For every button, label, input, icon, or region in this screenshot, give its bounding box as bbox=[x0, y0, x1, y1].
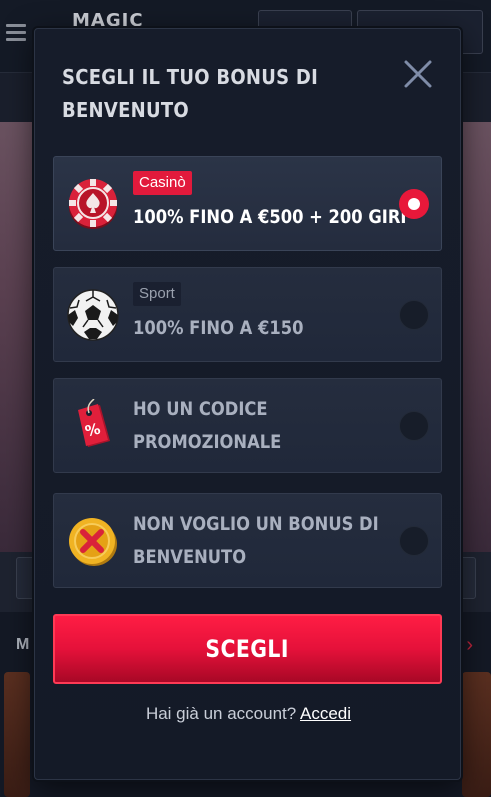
radio-button[interactable] bbox=[399, 300, 429, 330]
background-section-label: M bbox=[16, 636, 30, 653]
radio-button[interactable] bbox=[399, 411, 429, 441]
choose-button-label: SCEGLI bbox=[205, 635, 290, 663]
login-link[interactable]: Accedi bbox=[300, 704, 351, 723]
modal-title: SCEGLI IL TUO BONUS DI BENVENUTO bbox=[62, 65, 319, 122]
close-icon bbox=[404, 60, 432, 88]
bonus-option-casino[interactable]: Casinò 100% FINO A €500 + 200 GIRI bbox=[53, 156, 442, 251]
choose-button[interactable]: SCEGLI bbox=[53, 614, 442, 684]
bonus-option-label: 100% FINO A €500 + 200 GIRI bbox=[133, 206, 407, 228]
login-prompt: Hai già un account? Accedi bbox=[35, 704, 462, 724]
login-prompt-text: Hai già un account? bbox=[145, 704, 297, 723]
welcome-bonus-modal: SCEGLI IL TUO BONUS DI BENVENUTO Casinò … bbox=[34, 28, 461, 780]
promo-tag-icon: % bbox=[66, 398, 120, 453]
bonus-option-label-line1: HO UN CODICE bbox=[133, 398, 268, 420]
chevron-right-icon: › bbox=[466, 634, 473, 656]
soccer-ball-icon bbox=[66, 288, 120, 342]
bonus-option-promo-code[interactable]: % HO UN CODICE PROMOZIONALE bbox=[53, 378, 442, 473]
bonus-option-no-bonus[interactable]: NON VOGLIO UN BONUS DI BENVENUTO bbox=[53, 493, 442, 588]
bonus-option-label-line2: PROMOZIONALE bbox=[133, 431, 282, 453]
background-game-card bbox=[4, 672, 30, 797]
category-badge-casino: Casinò bbox=[133, 171, 192, 195]
radio-button[interactable] bbox=[399, 526, 429, 556]
hamburger-menu-icon[interactable] bbox=[6, 24, 26, 45]
casino-chip-icon bbox=[66, 177, 120, 231]
bonus-option-label: 100% FINO A €150 bbox=[133, 317, 304, 339]
background-game-card bbox=[462, 672, 491, 797]
category-badge-sport: Sport bbox=[133, 282, 181, 306]
bonus-option-label-line2: BENVENUTO bbox=[133, 546, 247, 568]
radio-button-selected[interactable] bbox=[399, 189, 429, 219]
no-bonus-coin-icon bbox=[66, 514, 120, 568]
bonus-option-label-line1: NON VOGLIO UN BONUS DI bbox=[133, 513, 379, 535]
close-button[interactable] bbox=[401, 57, 435, 91]
bonus-option-sport[interactable]: Sport 100% FINO A €150 bbox=[53, 267, 442, 362]
